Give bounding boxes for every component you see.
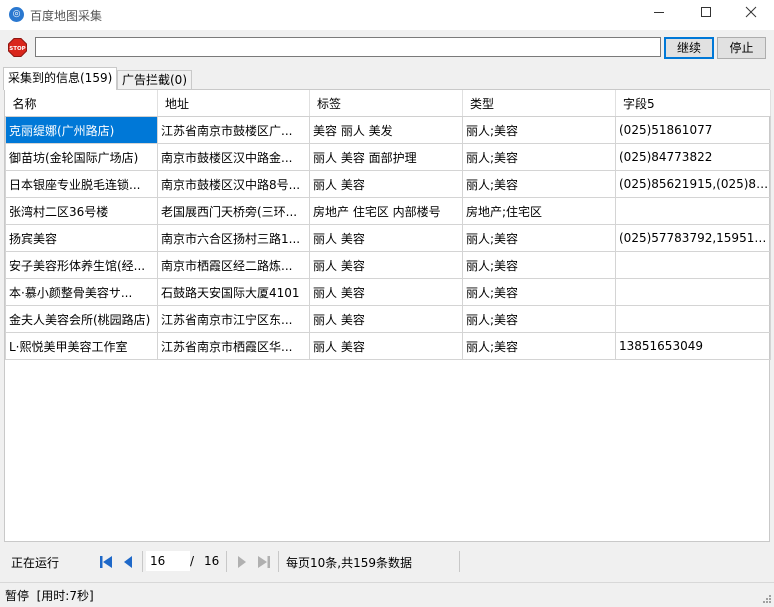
stop-sign-icon[interactable]: STOP — [8, 38, 27, 57]
cell-field5[interactable]: (025)51861077 — [615, 116, 771, 144]
cell-type[interactable]: 房地产;住宅区 — [462, 197, 616, 225]
cell-type[interactable]: 丽人;美容 — [462, 143, 616, 171]
grid-header-row: 名称 地址 标签 类型 字段5 — [5, 90, 771, 117]
cell-address[interactable]: 石鼓路天安国际大厦4101 — [157, 278, 310, 306]
cell-address[interactable]: 老国展西门天桥旁(三环... — [157, 197, 310, 225]
total-pages: 16 — [204, 554, 220, 568]
cell-name[interactable]: 金夫人美容会所(桃园路店) — [5, 305, 158, 333]
current-page-input[interactable] — [146, 551, 190, 571]
close-icon[interactable] — [728, 0, 774, 30]
running-status: 正在运行 — [11, 556, 60, 570]
prev-page-icon[interactable] — [120, 554, 136, 570]
tab-collected-info[interactable]: 采集到的信息(159) — [3, 67, 118, 90]
column-header-tags[interactable]: 标签 — [309, 90, 463, 117]
cell-name[interactable]: 克丽缇娜(广州路店) — [5, 116, 158, 144]
pager-divider — [142, 551, 143, 572]
cell-field5[interactable]: 13851653049 — [615, 332, 771, 360]
cell-tags[interactable]: 丽人 美容 面部护理 — [309, 143, 463, 171]
cell-address[interactable]: 南京市鼓楼区汉中路8号... — [157, 170, 310, 198]
pager-divider — [226, 551, 227, 572]
cell-name[interactable]: 张湾村二区36号楼 — [5, 197, 158, 225]
cell-tags[interactable]: 丽人 美容 — [309, 332, 463, 360]
cell-field5[interactable]: (025)85621915,(025)86... — [615, 170, 771, 198]
cell-type[interactable]: 丽人;美容 — [462, 170, 616, 198]
table-row[interactable]: 本·慕小颜整骨美容サ... 石鼓路天安国际大厦4101 丽人 美容 丽人;美容 — [5, 278, 771, 306]
cell-field5[interactable] — [615, 197, 771, 225]
column-header-address[interactable]: 地址 — [157, 90, 310, 117]
cell-field5[interactable] — [615, 278, 771, 306]
resize-grip-icon[interactable] — [762, 593, 772, 603]
cell-tags[interactable]: 丽人 美容 — [309, 251, 463, 279]
continue-button[interactable]: 继续 — [664, 37, 714, 59]
cell-name[interactable]: 扬宾美容 — [5, 224, 158, 252]
cell-type[interactable]: 丽人;美容 — [462, 332, 616, 360]
cell-type[interactable]: 丽人;美容 — [462, 305, 616, 333]
minimize-icon[interactable] — [636, 0, 682, 30]
pager-divider — [278, 551, 279, 572]
cell-name[interactable]: 御苗坊(金轮国际广场店) — [5, 143, 158, 171]
cell-field5[interactable]: (025)57783792,1595179... — [615, 224, 771, 252]
tab-strip: 采集到的信息(159) 广告拦截(0) — [0, 67, 774, 90]
cell-address[interactable]: 江苏省南京市鼓楼区广... — [157, 116, 310, 144]
svg-text:STOP: STOP — [9, 46, 25, 52]
table-row[interactable]: 扬宾美容 南京市六合区扬村三路1... 丽人 美容 丽人;美容 (025)577… — [5, 224, 771, 252]
cell-tags[interactable]: 丽人 美容 — [309, 305, 463, 333]
page-separator: / — [190, 554, 195, 568]
app-icon: ◎ — [9, 7, 24, 22]
cell-address[interactable]: 南京市鼓楼区汉中路金... — [157, 143, 310, 171]
cell-type[interactable]: 丽人;美容 — [462, 224, 616, 252]
cell-field5[interactable] — [615, 305, 771, 333]
last-page-icon[interactable] — [256, 554, 272, 570]
table-row[interactable]: 御苗坊(金轮国际广场店) 南京市鼓楼区汉中路金... 丽人 美容 面部护理 丽人… — [5, 143, 771, 171]
cell-address[interactable]: 南京市栖霞区经二路炼... — [157, 251, 310, 279]
cell-tags[interactable]: 丽人 美容 — [309, 170, 463, 198]
table-row[interactable]: 日本银座专业脱毛连锁... 南京市鼓楼区汉中路8号... 丽人 美容 丽人;美容… — [5, 170, 771, 198]
column-header-name[interactable]: 名称 — [5, 90, 158, 117]
stop-button[interactable]: 停止 — [717, 37, 766, 59]
cell-tags[interactable]: 丽人 美容 — [309, 224, 463, 252]
cell-field5[interactable]: (025)84773822 — [615, 143, 771, 171]
table-row[interactable]: 张湾村二区36号楼 老国展西门天桥旁(三环... 房地产 住宅区 内部楼号 房地… — [5, 197, 771, 225]
cell-tags[interactable]: 房地产 住宅区 内部楼号 — [309, 197, 463, 225]
cell-field5[interactable] — [615, 251, 771, 279]
status-text: 暂停 [用时:7秒] — [5, 589, 94, 603]
cell-tags[interactable]: 美容 丽人 美发 — [309, 116, 463, 144]
window-title: 百度地图采集 — [30, 9, 103, 23]
pager-divider — [459, 551, 460, 572]
cell-name[interactable]: 日本银座专业脱毛连锁... — [5, 170, 158, 198]
cell-tags[interactable]: 丽人 美容 — [309, 278, 463, 306]
table-row[interactable]: L·熙悦美甲美容工作室 江苏省南京市栖霞区华... 丽人 美容 丽人;美容 13… — [5, 332, 771, 360]
cell-address[interactable]: 江苏省南京市栖霞区华... — [157, 332, 310, 360]
status-bar — [0, 582, 774, 606]
title-bar: ◎ 百度地图采集 — [0, 0, 774, 30]
cell-name[interactable]: L·熙悦美甲美容工作室 — [5, 332, 158, 360]
cell-name[interactable]: 本·慕小颜整骨美容サ... — [5, 278, 158, 306]
cell-type[interactable]: 丽人;美容 — [462, 116, 616, 144]
page-info: 每页10条,共159条数据 — [286, 556, 412, 570]
table-row[interactable]: 克丽缇娜(广州路店) 江苏省南京市鼓楼区广... 美容 丽人 美发 丽人;美容 … — [5, 116, 771, 144]
cell-address[interactable]: 江苏省南京市江宁区东... — [157, 305, 310, 333]
column-header-type[interactable]: 类型 — [462, 90, 616, 117]
cell-type[interactable]: 丽人;美容 — [462, 251, 616, 279]
url-input[interactable] — [35, 37, 661, 57]
next-page-icon[interactable] — [234, 554, 250, 570]
first-page-icon[interactable] — [98, 554, 114, 570]
column-header-field5[interactable]: 字段5 — [615, 90, 771, 117]
table-row[interactable]: 金夫人美容会所(桃园路店) 江苏省南京市江宁区东... 丽人 美容 丽人;美容 — [5, 305, 771, 333]
cell-name[interactable]: 安子美容形体养生馆(经... — [5, 251, 158, 279]
data-grid[interactable]: 名称 地址 标签 类型 字段5 克丽缇娜(广州路店) 江苏省南京市鼓楼区广...… — [4, 89, 771, 542]
cell-address[interactable]: 南京市六合区扬村三路1... — [157, 224, 310, 252]
cell-type[interactable]: 丽人;美容 — [462, 278, 616, 306]
table-row[interactable]: 安子美容形体养生馆(经... 南京市栖霞区经二路炼... 丽人 美容 丽人;美容 — [5, 251, 771, 279]
tab-ad-block[interactable]: 广告拦截(0) — [117, 70, 192, 89]
maximize-icon[interactable] — [683, 0, 729, 30]
